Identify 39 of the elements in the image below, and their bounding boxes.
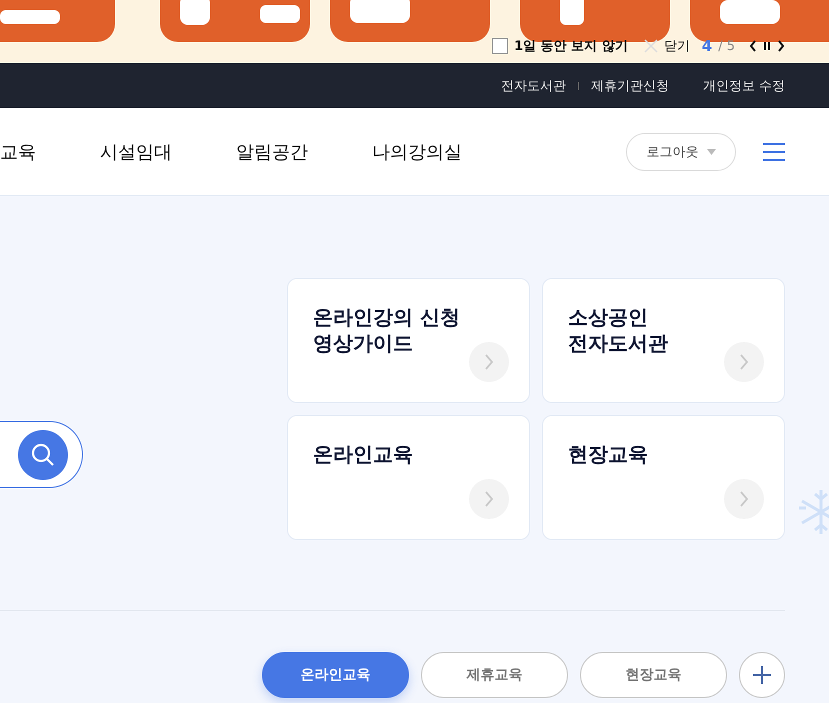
- close-link[interactable]: 닫기: [664, 37, 690, 55]
- close-icon[interactable]: [644, 39, 658, 53]
- utility-link[interactable]: 제휴기관신청: [590, 76, 669, 94]
- nav-item[interactable]: 나의강의실: [372, 140, 462, 164]
- category-tab[interactable]: 온라인교육: [262, 652, 409, 698]
- card-title: 온라인강의 신청 영상가이드: [313, 304, 460, 356]
- category-tab[interactable]: 제휴교육: [421, 652, 568, 698]
- plus-icon: [752, 665, 772, 685]
- next-icon[interactable]: [777, 40, 785, 52]
- nav-item[interactable]: 시설임대: [100, 140, 172, 164]
- previous-icon[interactable]: [749, 40, 757, 52]
- utility-link[interactable]: 전자도서관: [500, 76, 566, 94]
- search-field[interactable]: [0, 421, 83, 488]
- chevron-icon: [739, 354, 749, 370]
- link-card[interactable]: 소상공인 전자도서관: [542, 278, 785, 403]
- card-title: 온라인교육: [313, 441, 413, 467]
- nav-item[interactable]: 교육: [0, 140, 36, 164]
- search-button[interactable]: [18, 430, 68, 480]
- card-title: 소상공인 전자도서관: [568, 304, 668, 356]
- search-icon: [30, 442, 56, 468]
- slide-counter: 4: [702, 37, 712, 55]
- menu-icon[interactable]: [763, 142, 785, 160]
- category-tab[interactable]: 현장교육: [580, 652, 727, 698]
- slide-total: / 5: [718, 38, 735, 54]
- more-button[interactable]: [739, 652, 785, 698]
- link-card[interactable]: 온라인강의 신청 영상가이드: [287, 278, 530, 403]
- checkbox-label: 1일 동안 보지 않기: [514, 38, 628, 55]
- chevron-icon: [484, 354, 494, 370]
- caret-icon: [706, 148, 716, 154]
- nav-item[interactable]: 알림공간: [236, 140, 308, 164]
- logout-button[interactable]: 로그아웃: [626, 132, 736, 170]
- link-card[interactable]: 온라인교육: [287, 415, 530, 540]
- link-card[interactable]: 현장교육: [542, 415, 785, 540]
- checkbox[interactable]: [492, 38, 508, 54]
- card-title: 현장교육: [568, 441, 648, 467]
- chevron-icon: [739, 491, 749, 507]
- utility-link[interactable]: 개인정보 수정: [702, 76, 785, 94]
- pause-icon[interactable]: [763, 41, 771, 51]
- chevron-icon: [484, 491, 494, 507]
